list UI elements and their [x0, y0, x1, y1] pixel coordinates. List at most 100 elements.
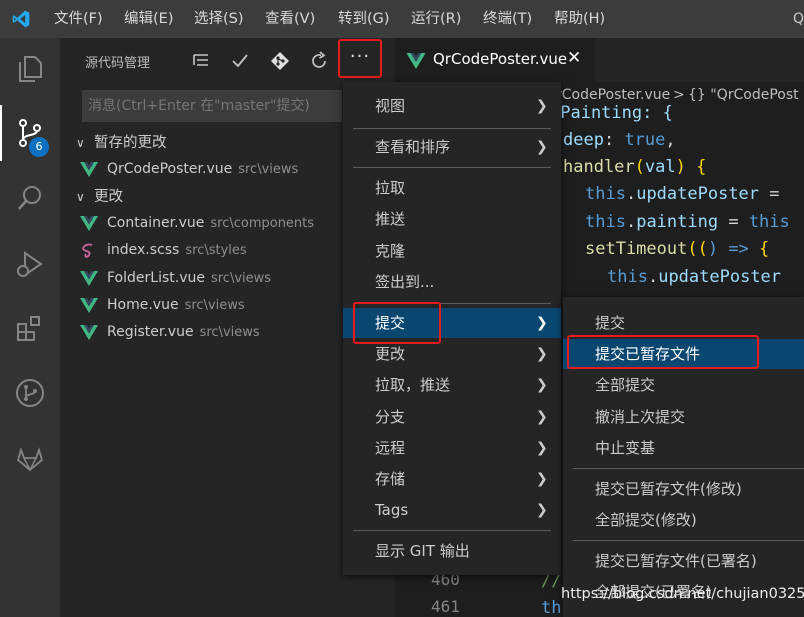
search-icon: [18, 186, 41, 210]
commit-button[interactable]: [227, 48, 253, 74]
chevron-right-icon: ❯: [536, 139, 548, 155]
menu-selection[interactable]: 选择(S): [194, 0, 244, 38]
menu-item-checkout[interactable]: 签出到...: [343, 267, 561, 297]
menu-item-clone[interactable]: 克隆: [343, 236, 561, 266]
chevron-right-icon: ❯: [536, 315, 548, 331]
watermark-url: https://blog.csdn.net/chujian0325: [561, 586, 804, 602]
menu-item-stash[interactable]: 存储 ❯: [343, 464, 561, 494]
vue-file-icon: [80, 216, 98, 231]
menu-separator: [353, 530, 551, 531]
chevron-right-icon: ❯: [536, 377, 548, 393]
file-name: QrCodePoster.vue: [107, 161, 233, 177]
code-line: this.painting = this: [585, 212, 790, 232]
code-line: setTimeout(() => {: [585, 239, 770, 259]
view-as-tree-button[interactable]: [188, 48, 214, 74]
file-name: Container.vue: [107, 215, 205, 231]
extensions-icon: [17, 316, 40, 341]
source-control-button[interactable]: 6: [0, 105, 60, 161]
menu-item-view[interactable]: 视图 ❯: [343, 91, 561, 121]
chevron-right-icon: ❯: [536, 440, 548, 456]
menu-item-pull-push[interactable]: 拉取，推送 ❯: [343, 370, 561, 400]
git-graph-toolbar-button[interactable]: [267, 48, 293, 74]
check-icon: [232, 54, 248, 68]
extensions-button[interactable]: [0, 300, 60, 356]
menu-edit[interactable]: 编辑(E): [124, 0, 173, 38]
file-name: Register.vue: [107, 324, 194, 340]
file-path: src\views: [184, 298, 245, 313]
tab-strip: [595, 38, 804, 82]
submenu-item-commit[interactable]: 提交: [563, 308, 804, 338]
menu-run[interactable]: 运行(R): [411, 0, 461, 38]
editor-tab[interactable]: QrCodePoster.vue ✕: [395, 38, 595, 82]
menu-separator: [573, 468, 804, 469]
code-line: this.updatePoster: [607, 267, 782, 287]
list-tree-icon: [193, 54, 208, 66]
refresh-icon: [312, 51, 326, 68]
menu-file[interactable]: 文件(F): [54, 0, 103, 38]
file-name: Home.vue: [107, 297, 179, 313]
activity-bar: 6: [0, 38, 60, 617]
highlight-more-actions: [338, 39, 382, 78]
file-name: FolderList.vue: [107, 270, 205, 286]
highlight-commit-staged-item: [567, 335, 759, 369]
submenu-item-undo-last-commit[interactable]: 撤消上次提交: [563, 402, 804, 432]
submenu-item-commit-all[interactable]: 全部提交: [563, 370, 804, 400]
code-line: deep: true,: [563, 130, 676, 150]
file-path: src\components: [210, 216, 315, 231]
git-graph-button[interactable]: [0, 365, 60, 421]
file-path: src\views: [210, 271, 272, 286]
changes-group[interactable]: ∨ 更改: [76, 185, 123, 206]
menu-item-branch[interactable]: 分支 ❯: [343, 402, 561, 432]
highlight-commit-item: [353, 302, 441, 344]
sass-file-icon: [82, 243, 93, 258]
chevron-right-icon: ❯: [536, 346, 548, 362]
submenu-item-commit-staged-amend[interactable]: 提交已暂存文件(修改): [563, 474, 804, 504]
staged-changes-group[interactable]: ∨ 暂存的更改: [76, 131, 167, 152]
vue-file-icon: [80, 271, 98, 286]
menu-separator: [573, 540, 804, 541]
commit-message-input[interactable]: [82, 90, 342, 122]
run-debug-button[interactable]: [0, 236, 60, 292]
menu-view[interactable]: 查看(V): [265, 0, 315, 38]
menu-item-remote[interactable]: 远程 ❯: [343, 433, 561, 463]
menu-item-view-sort[interactable]: 查看和排序 ❯: [343, 132, 561, 162]
code-line: th: [541, 598, 562, 617]
file-path: src\views: [199, 325, 260, 340]
gitlab-icon: [16, 447, 44, 472]
panel-title: 源代码管理: [85, 56, 151, 71]
explorer-button[interactable]: [0, 40, 60, 96]
submenu-item-abort-rebase[interactable]: 中止变基: [563, 433, 804, 463]
changes-count-badge: 6: [29, 137, 49, 157]
git-graph-icon: [16, 379, 44, 407]
chevron-right-icon: ❯: [536, 98, 548, 114]
refresh-button[interactable]: [306, 48, 332, 74]
menubar: 文件(F) 编辑(E) 选择(S) 查看(V) 转到(G) 运行(R) 终端(T…: [0, 0, 804, 38]
chevron-right-icon: ❯: [536, 409, 548, 425]
vue-file-icon: [80, 298, 98, 313]
code-line: wPainting: {: [550, 103, 673, 123]
vscode-logo-icon: [12, 10, 30, 28]
menu-item-show-git-output[interactable]: 显示 GIT 输出: [343, 536, 561, 566]
menu-help[interactable]: 帮助(H): [554, 0, 605, 38]
chevron-right-icon: ❯: [536, 471, 548, 487]
submenu-item-commit-all-amend[interactable]: 全部提交(修改): [563, 505, 804, 535]
submenu-item-commit-staged-signed[interactable]: 提交已暂存文件(已署名): [563, 546, 804, 576]
gitlab-button[interactable]: [0, 431, 60, 487]
code-line: this.updatePoster =: [585, 184, 780, 204]
close-icon[interactable]: ✕: [567, 48, 581, 68]
chevron-down-icon: ∨: [76, 136, 85, 150]
search-button[interactable]: [0, 170, 60, 226]
vue-file-icon: [406, 53, 426, 69]
menu-item-tags[interactable]: Tags ❯: [343, 495, 561, 525]
menu-separator: [353, 128, 551, 129]
changes-group-label: 更改: [94, 189, 123, 205]
breadcrumb-symbol[interactable]: {} "QrCodePost: [688, 82, 799, 108]
menu-item-pull[interactable]: 拉取: [343, 173, 561, 203]
menu-terminal[interactable]: 终端(T): [483, 0, 532, 38]
chevron-down-icon: ∨: [76, 190, 85, 204]
menu-separator: [353, 167, 551, 168]
menu-go[interactable]: 转到(G): [338, 0, 390, 38]
tab-title: QrCodePoster.vue: [433, 50, 568, 68]
menu-item-push[interactable]: 推送: [343, 204, 561, 234]
vue-file-icon: [80, 325, 98, 340]
